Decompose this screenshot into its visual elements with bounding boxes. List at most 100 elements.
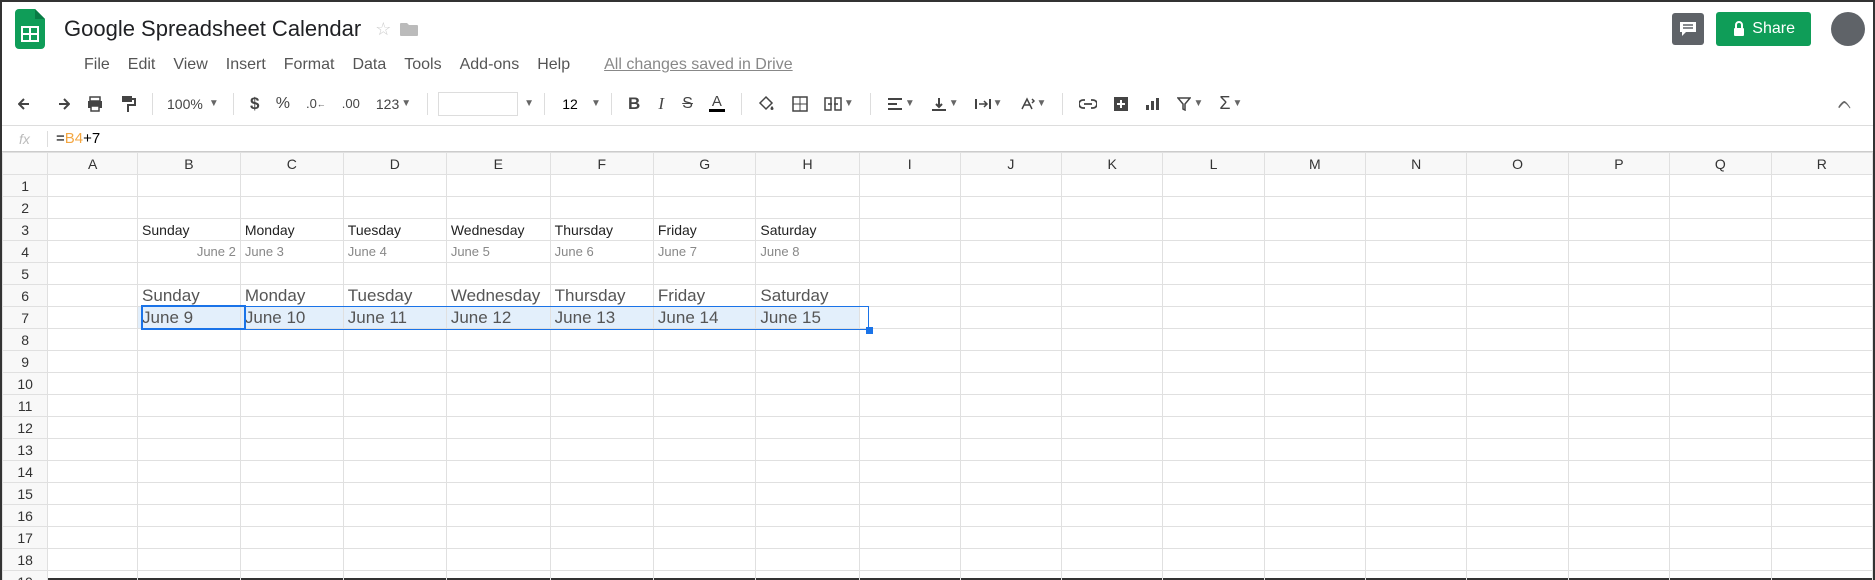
menu-view[interactable]: View <box>165 52 215 78</box>
cell-M7[interactable] <box>1264 307 1365 329</box>
cell-F3[interactable]: Thursday <box>550 219 653 241</box>
col-header-N[interactable]: N <box>1366 153 1467 175</box>
cell-B15[interactable] <box>138 483 241 505</box>
col-header-P[interactable]: P <box>1568 153 1669 175</box>
cell-P4[interactable] <box>1568 241 1669 263</box>
vertical-align-button[interactable]: ▼ <box>925 92 965 116</box>
cell-E9[interactable] <box>446 351 550 373</box>
cell-E11[interactable] <box>446 395 550 417</box>
cell-Q14[interactable] <box>1670 461 1771 483</box>
cell-D13[interactable] <box>343 439 446 461</box>
cell-F1[interactable] <box>550 175 653 197</box>
row-header-2[interactable]: 2 <box>3 197 48 219</box>
cell-C8[interactable] <box>240 329 343 351</box>
cell-I8[interactable] <box>859 329 960 351</box>
cell-N17[interactable] <box>1366 527 1467 549</box>
cell-P10[interactable] <box>1568 373 1669 395</box>
cell-M10[interactable] <box>1264 373 1365 395</box>
cell-K3[interactable] <box>1062 219 1163 241</box>
cell-P5[interactable] <box>1568 263 1669 285</box>
cell-A11[interactable] <box>48 395 138 417</box>
col-header-O[interactable]: O <box>1467 153 1568 175</box>
cell-R18[interactable] <box>1771 549 1873 571</box>
row-header-9[interactable]: 9 <box>3 351 48 373</box>
cell-M3[interactable] <box>1264 219 1365 241</box>
insert-chart-button[interactable] <box>1139 93 1167 115</box>
cell-R3[interactable] <box>1771 219 1873 241</box>
cell-P2[interactable] <box>1568 197 1669 219</box>
cell-R4[interactable] <box>1771 241 1873 263</box>
cell-J4[interactable] <box>960 241 1061 263</box>
cell-M13[interactable] <box>1264 439 1365 461</box>
menu-help[interactable]: Help <box>529 52 578 78</box>
cell-Q15[interactable] <box>1670 483 1771 505</box>
cell-E5[interactable] <box>446 263 550 285</box>
cell-O7[interactable] <box>1467 307 1568 329</box>
account-avatar[interactable] <box>1831 12 1865 46</box>
cell-F16[interactable] <box>550 505 653 527</box>
cell-O10[interactable] <box>1467 373 1568 395</box>
cell-P18[interactable] <box>1568 549 1669 571</box>
cell-E4[interactable]: June 5 <box>446 241 550 263</box>
cell-R7[interactable] <box>1771 307 1873 329</box>
horizontal-align-button[interactable]: ▼ <box>881 93 921 115</box>
cell-F7[interactable]: June 13 <box>550 307 653 329</box>
cell-K12[interactable] <box>1062 417 1163 439</box>
cell-H1[interactable] <box>756 175 859 197</box>
cell-D12[interactable] <box>343 417 446 439</box>
cell-G4[interactable]: June 7 <box>653 241 756 263</box>
cell-O9[interactable] <box>1467 351 1568 373</box>
cell-E2[interactable] <box>446 197 550 219</box>
cell-M14[interactable] <box>1264 461 1365 483</box>
text-color-button[interactable]: A <box>703 91 731 116</box>
cell-O5[interactable] <box>1467 263 1568 285</box>
cell-Q12[interactable] <box>1670 417 1771 439</box>
cell-Q8[interactable] <box>1670 329 1771 351</box>
cell-C17[interactable] <box>240 527 343 549</box>
cell-D2[interactable] <box>343 197 446 219</box>
cell-N9[interactable] <box>1366 351 1467 373</box>
row-header-6[interactable]: 6 <box>3 285 48 307</box>
cell-J9[interactable] <box>960 351 1061 373</box>
cell-A8[interactable] <box>48 329 138 351</box>
cell-H15[interactable] <box>756 483 859 505</box>
cell-M18[interactable] <box>1264 549 1365 571</box>
cell-N8[interactable] <box>1366 329 1467 351</box>
cell-C6[interactable]: Monday <box>240 285 343 307</box>
cell-L18[interactable] <box>1163 549 1264 571</box>
cell-D17[interactable] <box>343 527 446 549</box>
cell-J16[interactable] <box>960 505 1061 527</box>
cell-H16[interactable] <box>756 505 859 527</box>
increase-decimal-button[interactable]: .00 <box>336 92 366 115</box>
cell-A5[interactable] <box>48 263 138 285</box>
cell-L19[interactable] <box>1163 571 1264 580</box>
cell-I1[interactable] <box>859 175 960 197</box>
cell-F8[interactable] <box>550 329 653 351</box>
cell-O2[interactable] <box>1467 197 1568 219</box>
cell-M19[interactable] <box>1264 571 1365 580</box>
cell-N6[interactable] <box>1366 285 1467 307</box>
cell-L3[interactable] <box>1163 219 1264 241</box>
merge-cells-button[interactable]: ▼ <box>818 93 860 115</box>
row-header-4[interactable]: 4 <box>3 241 48 263</box>
cell-H11[interactable] <box>756 395 859 417</box>
cell-O8[interactable] <box>1467 329 1568 351</box>
cell-K11[interactable] <box>1062 395 1163 417</box>
cell-J5[interactable] <box>960 263 1061 285</box>
cell-C15[interactable] <box>240 483 343 505</box>
cell-Q5[interactable] <box>1670 263 1771 285</box>
cell-O14[interactable] <box>1467 461 1568 483</box>
cell-C9[interactable] <box>240 351 343 373</box>
cell-H14[interactable] <box>756 461 859 483</box>
cell-J10[interactable] <box>960 373 1061 395</box>
cell-J14[interactable] <box>960 461 1061 483</box>
cell-A4[interactable] <box>48 241 138 263</box>
strikethrough-button[interactable]: S <box>676 91 699 117</box>
cell-I17[interactable] <box>859 527 960 549</box>
cell-G6[interactable]: Friday <box>653 285 756 307</box>
cell-C2[interactable] <box>240 197 343 219</box>
cell-A10[interactable] <box>48 373 138 395</box>
cell-M4[interactable] <box>1264 241 1365 263</box>
doc-title[interactable]: Google Spreadsheet Calendar <box>58 14 367 44</box>
cell-N16[interactable] <box>1366 505 1467 527</box>
